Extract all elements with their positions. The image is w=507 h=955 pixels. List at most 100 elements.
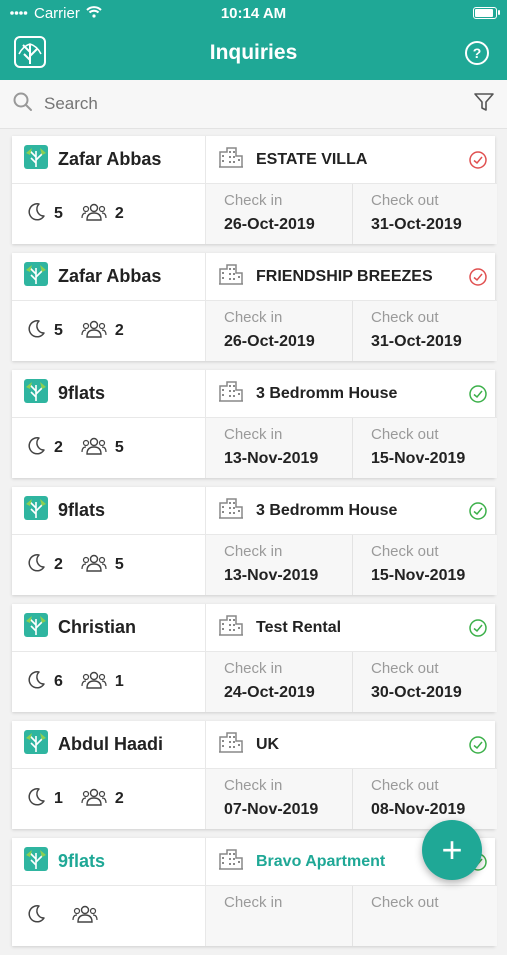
guests-count: 5: [114, 439, 124, 456]
moon-icon: [26, 202, 54, 227]
nights-count: 2: [54, 439, 63, 456]
property-cell: FRIENDSHIP BREEZES: [206, 253, 497, 301]
nights-stat: 2: [26, 553, 63, 578]
guest-cell: 9flats: [12, 838, 206, 886]
guest-cell: Abdul Haadi: [12, 721, 206, 769]
check-out-date: 31-Oct-2019: [371, 216, 462, 233]
inquiry-card[interactable]: 9flats 3 Bedromm House 2 5 Check in 13-N…: [12, 487, 497, 595]
property-cell: UK: [206, 721, 497, 769]
guest-name: 9flats: [58, 500, 106, 520]
stats-cell: [12, 886, 206, 946]
property-name: ESTATE VILLA: [256, 150, 368, 168]
inquiry-card[interactable]: Zafar Abbas ESTATE VILLA 5 2 Check in 26…: [12, 136, 497, 244]
nights-stat: 5: [26, 319, 63, 344]
source-logo-icon: [24, 847, 48, 876]
source-logo-icon: [24, 613, 48, 642]
nights-count: 5: [54, 205, 63, 222]
status-check-icon: [469, 151, 487, 174]
check-out-label: Check out: [371, 309, 439, 326]
nights-count: 6: [54, 673, 63, 690]
guests-stat: 5: [81, 553, 124, 578]
status-check-icon: [469, 385, 487, 408]
inquiry-card[interactable]: Christian Test Rental 6 1 Check in 24-Oc…: [12, 604, 497, 712]
check-out-cell: Check out 30-Oct-2019: [352, 652, 497, 712]
nights-stat: 1: [26, 787, 63, 812]
check-out-label: Check out: [371, 894, 439, 911]
check-in-date: 24-Oct-2019: [224, 684, 315, 701]
building-icon: [218, 146, 244, 173]
guests-count: 2: [114, 205, 124, 222]
moon-icon: [26, 319, 54, 344]
moon-icon: [26, 670, 54, 695]
check-in-cell: Check in: [206, 886, 352, 946]
plus-icon: +: [441, 829, 463, 870]
guest-cell: 9flats: [12, 487, 206, 535]
guests-icon: [81, 436, 115, 461]
check-out-label: Check out: [371, 777, 439, 794]
check-in-cell: Check in 26-Oct-2019: [206, 184, 352, 244]
guest-cell: 9flats: [12, 370, 206, 418]
building-icon: [218, 497, 244, 524]
check-in-date: 07-Nov-2019: [224, 801, 319, 818]
check-out-cell: Check out 15-Nov-2019: [352, 535, 497, 595]
check-out-date: 15-Nov-2019: [371, 450, 466, 467]
nights-stat: 2: [26, 436, 63, 461]
guest-cell: Zafar Abbas: [12, 253, 206, 301]
building-icon: [218, 731, 244, 758]
status-check-icon: [469, 502, 487, 525]
inquiry-card[interactable]: 9flats 3 Bedromm House 2 5 Check in 13-N…: [12, 370, 497, 478]
status-check-icon: [469, 619, 487, 642]
guest-name: Christian: [58, 617, 137, 637]
page-title: Inquiries: [209, 41, 298, 64]
check-out-label: Check out: [371, 192, 439, 209]
property-name: 3 Bedromm House: [256, 501, 398, 519]
stats-cell: 5 2: [12, 301, 206, 361]
moon-icon: [26, 436, 54, 461]
check-out-date: 08-Nov-2019: [371, 801, 466, 818]
moon-icon: [26, 787, 54, 812]
navbar: Inquiries ?: [0, 26, 507, 80]
search-input[interactable]: [44, 94, 463, 114]
check-in-cell: Check in 13-Nov-2019: [206, 535, 352, 595]
source-logo-icon: [24, 730, 48, 759]
add-inquiry-button[interactable]: +: [422, 820, 482, 880]
battery-icon: [473, 7, 500, 19]
guests-icon: [81, 202, 115, 227]
status-check-icon: [469, 268, 487, 291]
guest-name: 9flats: [58, 383, 106, 403]
check-in-date: 26-Oct-2019: [224, 333, 315, 350]
property-name: FRIENDSHIP BREEZES: [256, 267, 433, 285]
inquiry-card[interactable]: Zafar Abbas FRIENDSHIP BREEZES 5 2 Check…: [12, 253, 497, 361]
guest-cell: Christian: [12, 604, 206, 652]
check-out-label: Check out: [371, 543, 439, 560]
nights-count: 5: [54, 322, 63, 339]
inquiry-card[interactable]: Abdul Haadi UK 1 2 Check in 07-Nov-2019 …: [12, 721, 497, 829]
stats-cell: 6 1: [12, 652, 206, 712]
guest-cell: Zafar Abbas: [12, 136, 206, 184]
check-out-date: 31-Oct-2019: [371, 333, 462, 350]
wifi-icon: [86, 5, 102, 22]
app-header: Carrier 10:14 AM Inquiries ?: [0, 0, 507, 80]
check-in-date: 26-Oct-2019: [224, 216, 315, 233]
building-icon: [218, 380, 244, 407]
guests-icon: [81, 787, 115, 812]
nights-count: 2: [54, 556, 63, 573]
guests-count: 1: [114, 673, 124, 690]
source-logo-icon: [24, 145, 48, 174]
help-icon[interactable]: ?: [465, 41, 489, 65]
property-cell: Test Rental: [206, 604, 497, 652]
status-check-icon: [469, 736, 487, 759]
guest-name: Zafar Abbas: [58, 149, 162, 169]
filter-icon[interactable]: [473, 91, 495, 118]
check-out-date: 30-Oct-2019: [371, 684, 462, 701]
property-cell: 3 Bedromm House: [206, 370, 497, 418]
carrier-label: Carrier: [34, 4, 80, 22]
source-logo-icon: [24, 262, 48, 291]
stats-cell: 2 5: [12, 418, 206, 478]
check-in-cell: Check in 26-Oct-2019: [206, 301, 352, 361]
building-icon: [218, 848, 244, 875]
app-logo-icon[interactable]: [14, 36, 46, 68]
property-name: Bravo Apartment: [256, 852, 386, 870]
check-in-cell: Check in 13-Nov-2019: [206, 418, 352, 478]
check-out-cell: Check out 08-Nov-2019: [352, 769, 497, 829]
